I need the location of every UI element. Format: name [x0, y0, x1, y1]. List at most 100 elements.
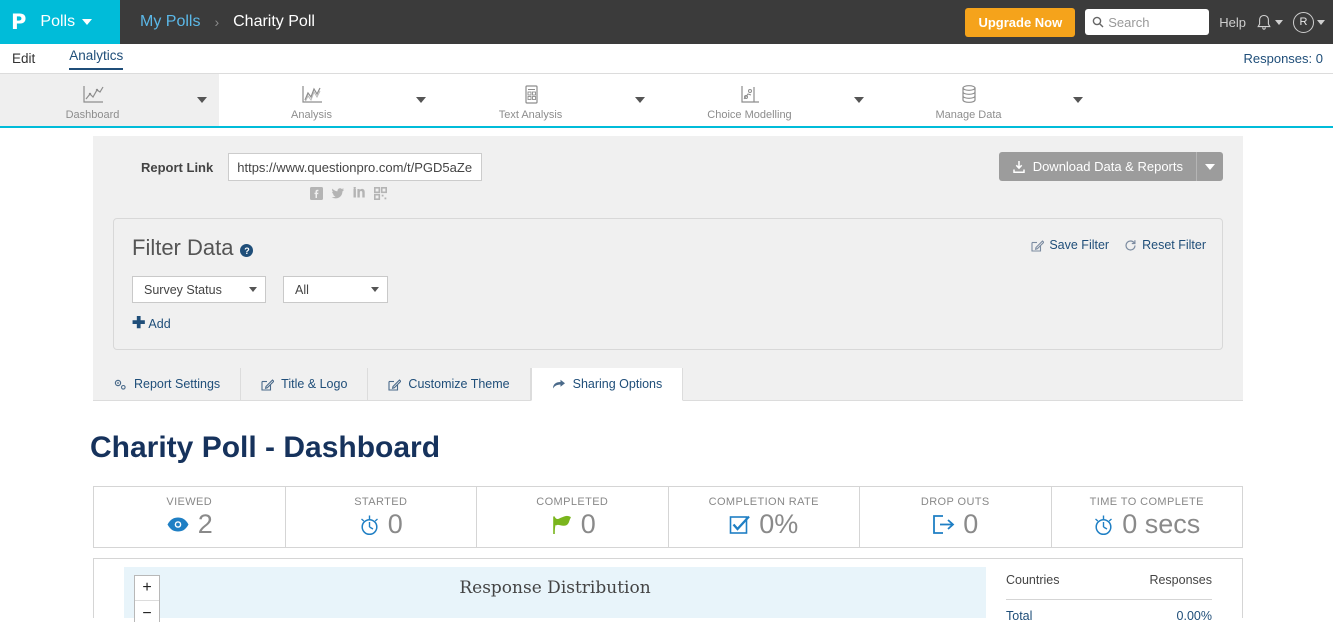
tab-report-settings-label: Report Settings — [134, 377, 221, 391]
linkedin-icon[interactable] — [353, 187, 366, 200]
tab-report-settings[interactable]: Report Settings — [93, 368, 242, 400]
save-filter-label: Save Filter — [1049, 238, 1110, 252]
qr-code-icon[interactable] — [374, 187, 387, 200]
tab-manage-data-label: Manage Data — [935, 108, 1002, 121]
search-box[interactable] — [1085, 9, 1210, 35]
stats-row: VIEWED 2 STARTED 0 COMPLETED 0 COMPLETIO… — [93, 486, 1243, 548]
chevron-down-icon — [635, 97, 645, 103]
sub-nav: Edit Analytics Responses: 0 — [0, 44, 1333, 74]
notifications-button[interactable] — [1256, 14, 1283, 31]
stat-viewed: VIEWED 2 — [94, 487, 286, 547]
tab-manage-data[interactable]: Manage Data — [876, 74, 1061, 126]
tab-text-analysis-dropdown[interactable] — [623, 74, 657, 126]
tab-analysis-dropdown[interactable] — [404, 74, 438, 126]
main-content: Report Link https://www.questionpro.com/… — [0, 136, 1333, 622]
gears-icon — [114, 379, 126, 390]
user-menu-button[interactable]: R — [1293, 11, 1325, 33]
help-icon[interactable]: ? — [240, 244, 254, 257]
stat-time-to-complete: TIME TO COMPLETE 0 secs — [1052, 487, 1243, 547]
map-zoom-in-button[interactable]: + — [135, 576, 159, 601]
reset-icon — [1125, 239, 1136, 251]
breadcrumb: My Polls › Charity Poll — [120, 13, 315, 31]
chevron-down-icon — [1275, 19, 1283, 25]
database-icon — [961, 84, 976, 103]
search-icon — [1092, 16, 1104, 28]
tab-choice-modelling-dropdown[interactable] — [842, 74, 876, 126]
tab-dashboard-label: Dashboard — [65, 108, 120, 121]
pencil-square-icon — [1031, 239, 1045, 252]
tab-manage-data-dropdown[interactable] — [1061, 74, 1095, 126]
top-bar-right: Upgrade Now Help R — [965, 0, 1325, 44]
country-name: Total — [1006, 609, 1033, 622]
chevron-down-icon — [416, 97, 426, 103]
report-settings-tabs: Report Settings Title & Logo Customize T… — [93, 368, 1243, 401]
filter-value-select[interactable]: All — [283, 276, 388, 303]
subnav-item-analytics[interactable]: Analytics — [69, 48, 124, 70]
social-share-row — [310, 187, 1223, 200]
subnav-item-edit[interactable]: Edit — [12, 51, 35, 66]
bell-icon — [1257, 14, 1271, 30]
stat-viewed-label: VIEWED — [166, 496, 213, 508]
stopwatch-icon — [360, 515, 378, 535]
line-chart-icon — [82, 85, 104, 103]
pencil-square-icon — [388, 378, 402, 391]
chevron-down-icon — [249, 287, 257, 292]
reset-filter-button[interactable]: Reset Filter — [1124, 238, 1206, 252]
stat-started: STARTED 0 — [286, 487, 477, 547]
tab-dashboard-dropdown[interactable] — [185, 74, 219, 126]
brand-area[interactable]: P Polls — [0, 0, 120, 44]
filter-selects: Survey Status All — [132, 276, 1204, 303]
response-distribution-map[interactable]: Response Distribution + − — [124, 567, 986, 622]
analytics-tab-bar: Dashboard Analysis Text Analysis Choice … — [0, 74, 1333, 128]
tab-text-analysis-label: Text Analysis — [498, 108, 563, 121]
text-doc-icon — [524, 84, 538, 104]
tab-analysis[interactable]: Analysis — [219, 74, 404, 126]
filter-data-box: Filter Data ? Survey Status All ✚ Add Sa… — [113, 218, 1223, 350]
search-input[interactable] — [1108, 14, 1203, 30]
stat-completion-rate: COMPLETION RATE 0% — [669, 487, 860, 547]
map-zoom-out-button[interactable]: − — [135, 601, 159, 622]
add-filter-button[interactable]: ✚ Add — [132, 316, 1204, 332]
tab-text-analysis[interactable]: Text Analysis — [438, 74, 623, 126]
tab-title-logo[interactable]: Title & Logo — [241, 368, 369, 400]
twitter-icon[interactable] — [331, 187, 345, 200]
breadcrumb-my-polls[interactable]: My Polls — [140, 13, 200, 31]
upgrade-now-button[interactable]: Upgrade Now — [965, 7, 1076, 37]
download-data-reports-button[interactable]: Download Data & Reports — [998, 152, 1196, 181]
stat-completion-rate-value-row: 0% — [729, 511, 798, 538]
share-arrow-icon — [552, 379, 565, 388]
stat-time-to-complete-value: 0 secs — [1122, 509, 1201, 539]
tab-customize-theme-label: Customize Theme — [408, 377, 510, 391]
stopwatch-icon — [1095, 515, 1113, 535]
tab-analysis-label: Analysis — [291, 108, 332, 121]
report-link-input[interactable] — [228, 153, 483, 181]
countries-table: Countries Responses Total 0.00% — [986, 559, 1242, 622]
tab-customize-theme[interactable]: Customize Theme — [368, 368, 531, 400]
map-zoom-controls: + − — [134, 575, 160, 622]
countries-column-name: Countries — [1006, 573, 1060, 587]
tab-choice-modelling-label: Choice Modelling — [707, 108, 792, 121]
flag-icon — [552, 515, 571, 534]
tab-choice-modelling[interactable]: Choice Modelling — [657, 74, 842, 126]
tab-sharing-options[interactable]: Sharing Options — [530, 368, 684, 401]
chevron-down-icon — [1317, 19, 1325, 25]
stat-drop-outs-value: 0 — [963, 509, 979, 539]
facebook-icon[interactable] — [310, 187, 323, 200]
brand-polls-menu[interactable]: Polls — [40, 13, 93, 31]
stat-completed-label: COMPLETED — [536, 496, 609, 508]
save-filter-button[interactable]: Save Filter — [1031, 238, 1109, 252]
chevron-down-icon — [1073, 97, 1083, 103]
filter-field-value: Survey Status — [144, 282, 222, 297]
download-group: Download Data & Reports — [998, 152, 1223, 181]
download-dropdown-button[interactable] — [1196, 152, 1223, 181]
country-responses: 0.00% — [1176, 609, 1212, 622]
filter-data-title-text: Filter Data — [132, 235, 234, 260]
filter-field-select[interactable]: Survey Status — [132, 276, 266, 303]
chevron-down-icon — [854, 97, 864, 103]
tab-dashboard[interactable]: Dashboard — [0, 74, 185, 126]
eye-icon — [167, 517, 189, 532]
chevron-down-icon — [82, 19, 93, 25]
responses-count: Responses: 0 — [1243, 51, 1324, 66]
help-link[interactable]: Help — [1219, 15, 1246, 30]
stat-started-label: STARTED — [354, 496, 408, 508]
